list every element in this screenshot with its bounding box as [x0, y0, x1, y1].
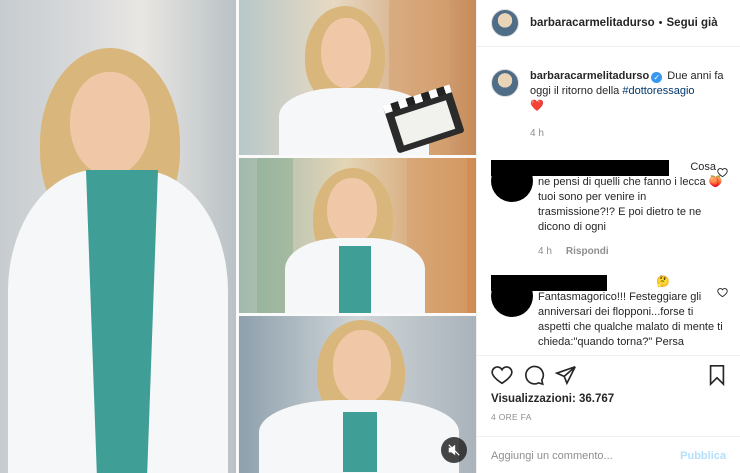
caption-emoji: ❤️	[530, 100, 544, 112]
comment-text: ne pensi di quelli che fanno i lecca 🍑 t…	[538, 176, 723, 233]
redacted-username	[491, 275, 607, 291]
photo-face	[321, 18, 371, 88]
heart-icon[interactable]	[491, 364, 513, 386]
post-actions: Visualizzazioni: 36.767 4 ORE FA Pubblic…	[477, 355, 740, 473]
hashtag-link[interactable]: #dottoressagio	[622, 85, 694, 97]
bookmark-icon[interactable]	[706, 364, 728, 386]
caption-body: barbaracarmelitadurso ✓ Due anni fa oggi …	[530, 69, 726, 141]
comment-icon[interactable]	[523, 364, 545, 386]
share-icon[interactable]	[555, 364, 577, 386]
post-timestamp[interactable]: 4 ORE FA	[491, 412, 532, 422]
photo-face	[327, 178, 377, 244]
comment-item: Cosa ne pensi di quelli che fanno i lecc…	[491, 160, 728, 259]
reply-button[interactable]: Rispondi	[566, 244, 609, 259]
avatar[interactable]	[491, 69, 519, 97]
publish-button[interactable]: Pubblica	[680, 450, 726, 462]
comment-time[interactable]: 4 h	[538, 244, 552, 259]
photo-main	[0, 0, 236, 473]
caption: barbaracarmelitadurso ✓ Due anni fa oggi …	[491, 69, 726, 141]
photo-stethoscope	[239, 158, 476, 313]
header-username[interactable]: barbaracarmelitadurso	[530, 17, 655, 29]
action-icons	[491, 364, 728, 388]
comment-item: 🤔 Fantasmagorico!!! Festeggiare gli anni…	[491, 275, 728, 350]
comment-text: Fantasmagorico!!! Festeggiare gli annive…	[538, 291, 723, 348]
follow-button[interactable]: Segui già	[667, 17, 718, 29]
photo-face	[333, 330, 391, 404]
photo-face	[70, 72, 150, 176]
verified-badge-icon: ✓	[651, 72, 663, 83]
comment-input[interactable]	[491, 449, 681, 462]
post-header: barbaracarmelitadurso • Segui già	[477, 0, 740, 47]
avatar[interactable]	[491, 9, 519, 37]
comments-list[interactable]: barbaracarmelitadurso ✓ Due anni fa oggi …	[477, 48, 740, 354]
post-sidebar: barbaracarmelitadurso • Segui già barbar…	[476, 0, 740, 473]
add-comment-bar: Pubblica	[477, 436, 740, 473]
photo-scrubs	[86, 170, 158, 473]
caption-username[interactable]: barbaracarmelitadurso	[530, 70, 649, 82]
separator-dot: •	[658, 17, 663, 29]
redacted-username	[491, 160, 669, 176]
sound-off-icon[interactable]	[441, 437, 467, 463]
like-comment-heart-icon[interactable]	[717, 167, 728, 178]
caption-time[interactable]: 4 h	[530, 126, 544, 141]
views-count[interactable]: Visualizzazioni: 36.767	[491, 393, 614, 405]
like-comment-heart-icon[interactable]	[717, 287, 728, 298]
post-media[interactable]	[0, 0, 476, 473]
photo-clapperboard	[239, 0, 476, 155]
